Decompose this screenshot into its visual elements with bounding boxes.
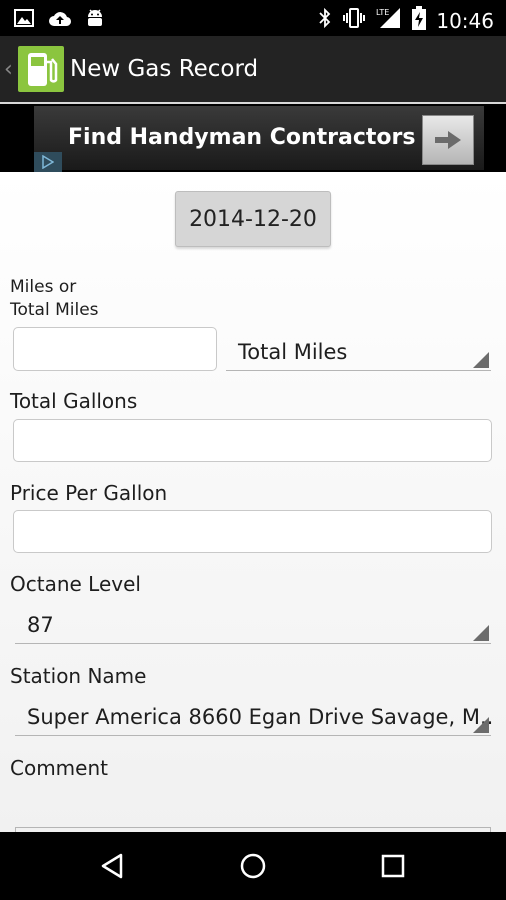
dropdown-triangle-icon bbox=[473, 625, 489, 641]
miles-mode-value: Total Miles bbox=[238, 340, 348, 364]
station-label: Station Name bbox=[10, 664, 147, 688]
action-bar: ‹ New Gas Record bbox=[0, 36, 506, 102]
miles-label: Miles or Total Miles bbox=[10, 276, 99, 322]
gallons-input[interactable] bbox=[13, 419, 492, 462]
comment-label: Comment bbox=[10, 756, 108, 780]
miles-label-line2: Total Miles bbox=[10, 300, 99, 320]
home-icon[interactable] bbox=[237, 850, 269, 882]
bluetooth-icon bbox=[318, 7, 332, 34]
lte-signal-icon: LTE bbox=[376, 7, 402, 34]
date-button[interactable]: 2014-12-20 bbox=[175, 191, 331, 247]
octane-value: 87 bbox=[27, 613, 54, 637]
gallons-label: Total Gallons bbox=[10, 389, 138, 413]
recents-icon[interactable] bbox=[377, 850, 409, 882]
up-caret-icon[interactable]: ‹ bbox=[4, 57, 16, 82]
price-label: Price Per Gallon bbox=[10, 481, 168, 505]
miles-mode-spinner[interactable]: Total Miles bbox=[226, 327, 491, 371]
ad-content[interactable]: Find Handyman Contractors bbox=[34, 106, 484, 170]
clock: 10:46 bbox=[436, 8, 494, 33]
arrow-right-icon[interactable] bbox=[422, 115, 474, 165]
page-title: New Gas Record bbox=[70, 56, 259, 82]
miles-label-line1: Miles or bbox=[10, 277, 77, 297]
dropdown-triangle-icon bbox=[473, 717, 489, 733]
play-triangle-icon[interactable] bbox=[34, 152, 62, 172]
miles-input[interactable] bbox=[13, 327, 217, 371]
svg-text:LTE: LTE bbox=[376, 8, 389, 17]
octane-label: Octane Level bbox=[10, 572, 141, 596]
gas-pump-icon[interactable] bbox=[18, 46, 64, 92]
cloud-upload-icon bbox=[48, 9, 72, 32]
station-value: Super America 8660 Egan Drive Savage, M.… bbox=[27, 705, 494, 729]
navigation-bar bbox=[0, 832, 506, 900]
image-icon bbox=[14, 9, 34, 32]
status-bar: LTE 10:46 bbox=[0, 0, 506, 36]
vibrate-icon bbox=[342, 7, 366, 34]
back-icon[interactable] bbox=[96, 850, 128, 882]
android-icon bbox=[86, 8, 104, 33]
price-input[interactable] bbox=[13, 510, 492, 553]
battery-charging-icon bbox=[412, 6, 427, 35]
station-spinner[interactable]: Super America 8660 Egan Drive Savage, M.… bbox=[15, 692, 494, 736]
ad-banner[interactable]: Find Handyman Contractors bbox=[0, 104, 506, 172]
form-content: 2014-12-20 Miles or Total Miles Total Mi… bbox=[0, 172, 506, 832]
octane-spinner[interactable]: 87 bbox=[15, 600, 491, 644]
dropdown-triangle-icon bbox=[473, 352, 489, 368]
ad-text[interactable]: Find Handyman Contractors bbox=[68, 125, 416, 150]
